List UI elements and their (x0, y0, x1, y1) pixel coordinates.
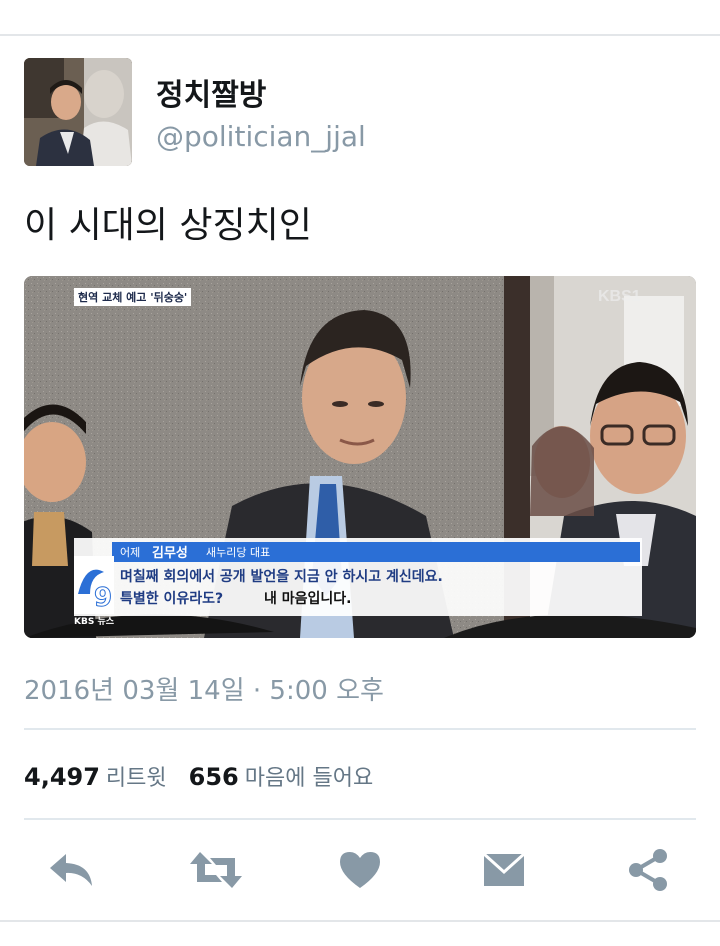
divider-top (24, 728, 696, 730)
heart-icon (340, 852, 380, 888)
share-icon (629, 849, 667, 891)
like-count[interactable]: 656 (189, 763, 239, 791)
action-bar (0, 840, 720, 900)
channel-logo: KBS1 (598, 288, 641, 305)
avatar[interactable] (24, 58, 132, 166)
retweet-button[interactable] (186, 840, 246, 900)
avatar-photo (24, 58, 132, 166)
news-label: KBS 뉴스 (74, 617, 115, 627)
retweet-icon (190, 852, 242, 888)
subtitle-line-2-answer: 내 마음입니다. (264, 591, 352, 607)
speaker-title: 새누리당 대표 (206, 546, 271, 559)
like-label[interactable]: 마음에 들어요 (245, 766, 373, 791)
tweet-text: 이 시대의 상징치인 (24, 205, 312, 246)
tweet-media-image[interactable]: 9 현역 교체 예고 '뒤숭숭' KBS1 어제 김무성 새누리당 대표 며칠째… (24, 276, 696, 638)
bottom-bar (0, 920, 720, 946)
divider-bottom (24, 818, 696, 820)
top-bar (0, 0, 720, 36)
reply-icon (50, 854, 92, 886)
reply-button[interactable] (42, 840, 102, 900)
news-topic-banner: 현역 교체 예고 '뒤숭숭' (74, 288, 192, 306)
user-handle[interactable]: @politician_jjal (156, 120, 366, 153)
like-button[interactable] (330, 840, 390, 900)
retweet-count[interactable]: 4,497 (24, 763, 100, 791)
speaker-tag: 어제 (120, 546, 141, 559)
share-button[interactable] (618, 840, 678, 900)
display-name[interactable]: 정치짤방 (156, 70, 266, 114)
direct-message-button[interactable] (474, 840, 534, 900)
message-icon (482, 852, 526, 886)
svg-text:9: 9 (94, 583, 112, 613)
tweet-stats: 4,497 리트윗 656 마음에 들어요 (24, 760, 395, 792)
retweet-label[interactable]: 리트윗 (106, 766, 167, 791)
subtitle-line-2-question: 특별한 이유라도? (120, 591, 224, 607)
tweet-timestamp: 2016년 03월 14일 · 5:00 오후 (24, 676, 384, 706)
speaker-name: 김무성 (152, 546, 188, 561)
subtitle-line-1: 며칠째 회의에서 공개 발언을 지금 안 하시고 계신데요. (120, 569, 443, 585)
